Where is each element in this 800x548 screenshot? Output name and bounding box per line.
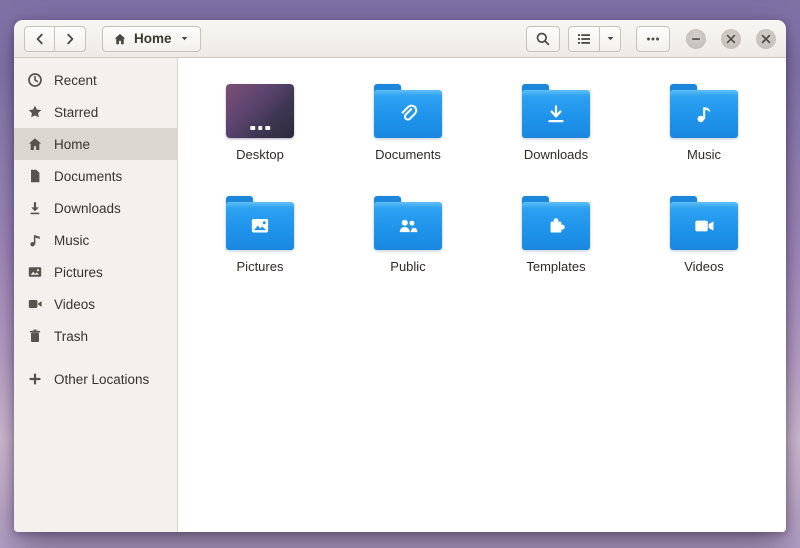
clock-icon bbox=[27, 72, 43, 88]
camera-emblem-icon bbox=[695, 220, 714, 232]
file-label: Public bbox=[390, 259, 426, 274]
sidebar-item-downloads[interactable]: Downloads bbox=[14, 192, 177, 224]
sidebar-item-label: Music bbox=[54, 232, 90, 248]
folder-icon bbox=[374, 196, 442, 250]
dock-dots-icon bbox=[250, 125, 270, 130]
home-icon bbox=[114, 33, 126, 44]
picture-icon bbox=[27, 264, 43, 280]
chevron-down-icon bbox=[181, 36, 187, 41]
folder-icon bbox=[522, 84, 590, 138]
plus-icon bbox=[27, 371, 43, 387]
folder-templates[interactable]: Templates bbox=[522, 196, 590, 274]
maximize-button[interactable] bbox=[721, 28, 741, 49]
sidebar-item-recent[interactable]: Recent bbox=[14, 64, 177, 96]
sidebar-item-label: Starred bbox=[54, 104, 99, 120]
file-label: Music bbox=[687, 147, 721, 162]
sidebar-item-label: Home bbox=[54, 136, 91, 152]
folder-public[interactable]: Public bbox=[374, 196, 442, 274]
sidebar-item-label: Documents bbox=[54, 168, 123, 184]
sidebar-item-home[interactable]: Home bbox=[14, 128, 177, 160]
document-icon bbox=[27, 168, 43, 184]
people-emblem-icon bbox=[399, 219, 418, 233]
paperclip-emblem-icon bbox=[401, 104, 418, 121]
puzzle-emblem-icon bbox=[550, 218, 565, 233]
sidebar-item-label: Recent bbox=[54, 72, 97, 88]
file-grid: Desktop Documents Downloads Music Pictur… bbox=[178, 58, 786, 532]
sidebar: Recent Starred Home Documents Downloads bbox=[14, 58, 178, 532]
music-note-icon bbox=[27, 232, 43, 248]
view-options-button[interactable] bbox=[600, 25, 621, 52]
folder-icon bbox=[226, 196, 294, 250]
file-label: Downloads bbox=[523, 147, 589, 162]
folder-icon bbox=[522, 196, 590, 250]
maximize-icon bbox=[726, 34, 736, 43]
minimize-button[interactable] bbox=[686, 28, 706, 49]
more-menu-icon bbox=[647, 37, 659, 40]
header-bar: Home bbox=[14, 20, 786, 58]
close-icon bbox=[761, 34, 771, 43]
list-view-icon bbox=[578, 33, 590, 44]
file-label: Videos bbox=[684, 259, 724, 274]
folder-icon bbox=[670, 196, 738, 250]
desktop-preview-icon bbox=[226, 84, 294, 138]
download-icon bbox=[27, 200, 43, 216]
forward-button[interactable] bbox=[55, 25, 86, 52]
menu-button[interactable] bbox=[636, 25, 670, 52]
location-label: Home bbox=[134, 31, 172, 46]
sidebar-item-label: Other Locations bbox=[54, 371, 150, 387]
file-label: Pictures bbox=[236, 259, 284, 274]
folder-icon bbox=[374, 84, 442, 138]
file-manager-window: Home Recent Starred Home Documents Downl… bbox=[14, 20, 786, 532]
sidebar-item-music[interactable]: Music bbox=[14, 224, 177, 256]
list-view-button[interactable] bbox=[568, 25, 600, 52]
video-icon bbox=[27, 296, 43, 312]
folder-videos[interactable]: Videos bbox=[670, 196, 738, 274]
music-note-emblem-icon bbox=[697, 107, 711, 123]
folder-music[interactable]: Music bbox=[670, 84, 738, 162]
sidebar-item-documents[interactable]: Documents bbox=[14, 160, 177, 192]
sidebar-item-label: Trash bbox=[54, 328, 89, 344]
close-button[interactable] bbox=[756, 28, 776, 49]
minimize-icon bbox=[692, 37, 700, 40]
search-button[interactable] bbox=[526, 25, 560, 52]
chevron-down-icon bbox=[607, 36, 613, 41]
sidebar-item-trash[interactable]: Trash bbox=[14, 320, 177, 352]
chevron-left-icon bbox=[36, 33, 43, 44]
file-label: Desktop bbox=[236, 147, 284, 162]
sidebar-item-label: Videos bbox=[54, 296, 96, 312]
sidebar-item-label: Downloads bbox=[54, 200, 121, 216]
location-button[interactable]: Home bbox=[102, 25, 201, 52]
sidebar-item-videos[interactable]: Videos bbox=[14, 288, 177, 320]
sidebar-item-pictures[interactable]: Pictures bbox=[14, 256, 177, 288]
file-label: Templates bbox=[526, 259, 586, 274]
home-icon bbox=[27, 136, 43, 152]
folder-documents[interactable]: Documents bbox=[374, 84, 442, 162]
sidebar-item-label: Pictures bbox=[54, 264, 103, 280]
folder-pictures[interactable]: Pictures bbox=[226, 196, 294, 274]
file-label: Documents bbox=[375, 147, 441, 162]
sidebar-item-other-locations[interactable]: Other Locations bbox=[14, 363, 177, 395]
chevron-right-icon bbox=[67, 33, 74, 44]
folder-desktop[interactable]: Desktop bbox=[226, 84, 294, 162]
back-button[interactable] bbox=[24, 25, 55, 52]
photo-emblem-icon bbox=[251, 218, 269, 233]
download-emblem-icon bbox=[548, 105, 564, 123]
star-icon bbox=[27, 104, 43, 120]
view-toggle-group bbox=[568, 25, 621, 52]
folder-downloads[interactable]: Downloads bbox=[522, 84, 590, 162]
window-body: Recent Starred Home Documents Downloads bbox=[14, 58, 786, 532]
window-controls bbox=[686, 28, 776, 49]
sidebar-item-starred[interactable]: Starred bbox=[14, 96, 177, 128]
nav-buttons bbox=[24, 25, 86, 52]
trash-icon bbox=[27, 328, 43, 344]
folder-icon bbox=[670, 84, 738, 138]
search-icon bbox=[536, 32, 550, 45]
